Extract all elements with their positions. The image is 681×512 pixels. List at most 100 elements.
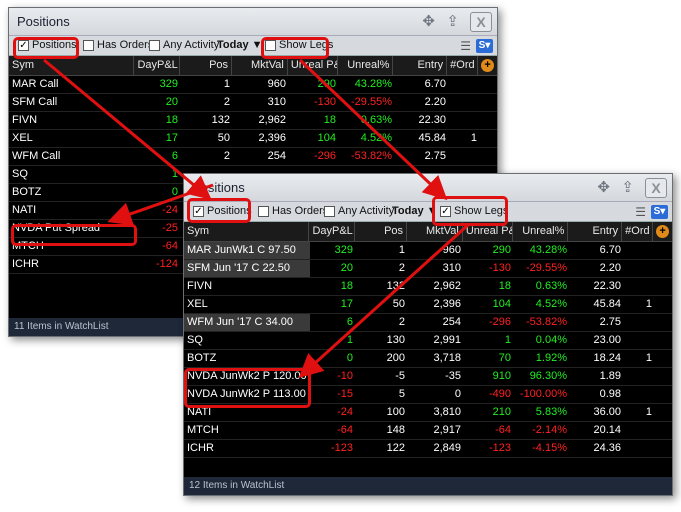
add-column-icon[interactable]: +: [653, 222, 672, 241]
column-header-sym[interactable]: Sym: [184, 222, 310, 241]
cell-upct: 0.63%: [535, 280, 567, 292]
cell-mkt: 310: [442, 262, 461, 274]
cell-entry: 45.84: [593, 298, 621, 310]
title-bar[interactable]: Positions ✥ ⇪ X: [184, 174, 672, 202]
position-row[interactable]: BOTZ 0 200 3,718 70 1.92% 18.24 1: [184, 350, 672, 368]
cell-mkt: 0: [454, 388, 461, 400]
cell-entry: 2.75: [424, 150, 446, 162]
cell-pos: 148: [386, 424, 405, 436]
position-row[interactable]: WFM Call 6 2 254 -296 -53.82% 2.75: [9, 148, 497, 166]
cell-entry: 1.89: [599, 370, 621, 382]
cell-mkt: -35: [445, 370, 461, 382]
menu-icon[interactable]: ☰: [635, 205, 646, 219]
cell-day: 329: [334, 244, 353, 256]
cell-upct: 0.04%: [535, 334, 567, 346]
pin-icon[interactable]: ⇪: [446, 12, 459, 30]
position-row[interactable]: WFM Jun '17 C 34.00 6 2 254 -296 -53.82% 2.75: [184, 314, 672, 332]
show-legs-highlight: [261, 37, 329, 59]
column-header-row: SymDayP&LPosMktValUnreal P&LUnreal%Entry…: [184, 222, 672, 242]
cell-entry: 2.20: [599, 262, 621, 274]
position-row[interactable]: SFM Jun '17 C 22.50 20 2 310 -130 -29.55% 2.20: [184, 260, 672, 278]
cell-pos: -5: [395, 370, 405, 382]
move-icon[interactable]: ✥: [422, 12, 435, 30]
column-header-pos[interactable]: Pos: [355, 222, 408, 241]
any-activity-checkbox[interactable]: [324, 205, 335, 217]
settings-dropdown-button[interactable]: S▾: [476, 39, 493, 53]
cell-day: 329: [159, 78, 178, 90]
has-orders-checkbox[interactable]: [83, 39, 94, 51]
cell-upct: 43.28%: [354, 78, 392, 90]
cell-sym: XEL: [12, 132, 33, 144]
cell-upl: -130: [488, 262, 511, 274]
spread-row-highlight: [11, 224, 137, 246]
cell-day: 20: [165, 96, 178, 108]
close-button[interactable]: X: [645, 178, 667, 198]
cell-day: 18: [340, 280, 353, 292]
column-header-day[interactable]: DayP&L: [309, 222, 356, 241]
today-dropdown[interactable]: Today ▼: [217, 39, 262, 51]
cell-ord: 1: [645, 298, 652, 310]
today-dropdown[interactable]: Today ▼: [392, 205, 437, 217]
cell-entry: 24.36: [593, 442, 621, 454]
cell-sym: SQ: [12, 168, 28, 180]
cell-pos: 5: [398, 388, 405, 400]
column-header-day[interactable]: DayP&L: [134, 56, 181, 75]
cell-mkt: 960: [267, 78, 286, 90]
position-row[interactable]: XEL 17 50 2,396 104 4.52% 45.84 1: [9, 130, 497, 148]
pin-icon[interactable]: ⇪: [621, 178, 634, 196]
column-header-pos[interactable]: Pos: [180, 56, 233, 75]
column-header-ord[interactable]: #Ord: [447, 56, 479, 75]
position-row[interactable]: ICHR -123 122 2,849 -123 -4.15% 24.36: [184, 440, 672, 458]
cell-ord: [624, 242, 655, 259]
position-row[interactable]: SFM Call 20 2 310 -130 -29.55% 2.20: [9, 94, 497, 112]
cell-upl: 104: [317, 132, 336, 144]
column-header-upct[interactable]: Unreal%: [513, 222, 569, 241]
cell-day: 6: [346, 316, 353, 328]
has-orders-checkbox[interactable]: [258, 205, 269, 217]
cell-upct: -29.55%: [351, 96, 392, 108]
position-row[interactable]: FIVN 18 132 2,962 18 0.63% 22.30: [9, 112, 497, 130]
any-activity-checkbox[interactable]: [149, 39, 160, 51]
position-row[interactable]: SQ 1 130 2,991 1 0.04% 23.00: [184, 332, 672, 350]
menu-icon[interactable]: ☰: [460, 39, 471, 53]
cell-ord: 1: [645, 406, 652, 418]
cell-upct: -53.82%: [351, 150, 392, 162]
cell-pos: 2: [223, 150, 230, 162]
cell-day: -64: [162, 240, 178, 252]
position-row[interactable]: MAR Call 329 1 960 290 43.28% 6.70: [9, 76, 497, 94]
position-row[interactable]: FIVN 18 132 2,962 18 0.63% 22.30: [184, 278, 672, 296]
legs-rows-highlight: [184, 368, 311, 408]
move-icon[interactable]: ✥: [597, 178, 610, 196]
cell-upct: 4.52%: [360, 132, 392, 144]
any-activity-label: Any Activity: [163, 39, 220, 51]
cell-ord: [449, 94, 480, 111]
cell-mkt: 254: [442, 316, 461, 328]
column-header-entry[interactable]: Entry: [568, 222, 623, 241]
cell-upl: 18: [323, 114, 336, 126]
position-row[interactable]: XEL 17 50 2,396 104 4.52% 45.84 1: [184, 296, 672, 314]
title-bar[interactable]: Positions ✥ ⇪ X: [9, 8, 497, 36]
close-button[interactable]: X: [470, 12, 492, 32]
settings-dropdown-button[interactable]: S▾: [651, 205, 668, 219]
cell-upl: -123: [488, 442, 511, 454]
cell-pos: 200: [386, 352, 405, 364]
column-header-upct[interactable]: Unreal%: [338, 56, 394, 75]
cell-upl: 70: [498, 352, 511, 364]
cell-day: 20: [340, 262, 353, 274]
cell-upct: 5.83%: [535, 406, 567, 418]
column-header-ord[interactable]: #Ord: [622, 222, 654, 241]
cell-mkt: 2,991: [433, 334, 461, 346]
any-activity-option[interactable]: Any Activity: [324, 205, 394, 217]
position-row[interactable]: MTCH -64 148 2,917 -64 -2.14% 20.14: [184, 422, 672, 440]
cell-entry: 0.98: [599, 388, 621, 400]
cell-ord: [449, 112, 480, 129]
cell-ord: [624, 260, 655, 277]
has-orders-option[interactable]: Has Orders: [83, 39, 153, 51]
add-column-icon[interactable]: +: [478, 56, 497, 75]
has-orders-option[interactable]: Has Orders: [258, 205, 328, 217]
cell-upl: 104: [492, 298, 511, 310]
any-activity-option[interactable]: Any Activity: [149, 39, 219, 51]
cell-sym: BOTZ: [12, 186, 42, 198]
position-row[interactable]: MAR JunWk1 C 97.50 329 1 960 290 43.28% 6.70: [184, 242, 672, 260]
column-header-entry[interactable]: Entry: [393, 56, 448, 75]
